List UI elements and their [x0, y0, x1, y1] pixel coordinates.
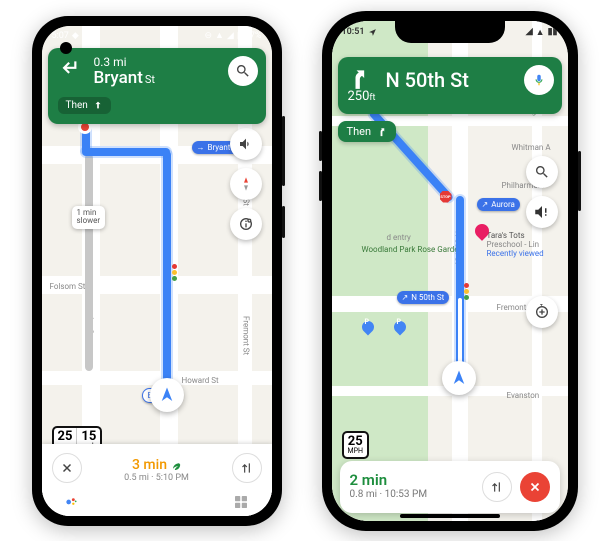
- battery-icon: ▮▮: [548, 27, 558, 37]
- eta-summary[interactable]: 3 min 0.5 mi · 5:10 PM: [124, 453, 189, 483]
- android-screen: 5:07 ◆ ⊖ ▲ ◢ ▮ 57% Folsom St Howard St F…: [42, 26, 272, 516]
- then-step: Then: [58, 97, 111, 114]
- compass-icon: [238, 176, 254, 192]
- add-report-icon: [534, 304, 550, 320]
- street-chip-n50: ↗ N 50th St: [397, 291, 450, 304]
- map-label-whitman: Whitman A: [512, 143, 551, 152]
- bear-left-icon: [349, 65, 375, 91]
- speed-limit: 25 MPH: [342, 431, 370, 459]
- compass-button[interactable]: [230, 168, 262, 200]
- end-navigation-button[interactable]: [520, 472, 550, 502]
- close-icon: [528, 480, 542, 494]
- search-icon: [235, 63, 251, 79]
- nav-distance: 250ft: [348, 89, 376, 104]
- search-icon: [534, 164, 550, 180]
- nav-arrow-icon: [158, 386, 176, 404]
- statusbar-time: 5:07: [52, 31, 69, 41]
- bottom-bar[interactable]: 2 min 0.8 mi · 10:53 PM: [340, 461, 560, 513]
- speaker-icon: [238, 136, 254, 152]
- sound-alert-button[interactable]: [526, 196, 558, 228]
- voice-button[interactable]: [524, 65, 554, 95]
- poi-taras-1: Tara's Tots: [487, 231, 544, 240]
- arrow-upleft-icon: ↗: [482, 200, 489, 209]
- nav-distance: 0.3 mi: [94, 56, 156, 70]
- wifi-icon: ▲: [536, 27, 545, 38]
- home-indicator[interactable]: [400, 514, 500, 518]
- map-label-howard: Howard St: [182, 376, 219, 385]
- battery-percent: 57%: [245, 31, 262, 41]
- search-button[interactable]: [526, 156, 558, 188]
- do-not-disturb-icon: ⊖: [204, 31, 212, 41]
- nav-status-icon: ◆: [72, 31, 79, 41]
- assistant-icon[interactable]: [64, 495, 78, 509]
- navigation-card[interactable]: 0.3 mi BryantSt Then: [48, 48, 266, 124]
- alt-routes-button[interactable]: [232, 453, 262, 483]
- speaker-alert-icon: [533, 203, 551, 221]
- nav-street: N 50th St: [386, 65, 469, 92]
- street-chip-aurora: ↗ Aurora: [477, 198, 520, 211]
- android-statusbar: 5:07 ◆ ⊖ ▲ ◢ ▮ 57%: [42, 26, 272, 46]
- arrow-upleft-icon: ↗: [402, 293, 409, 302]
- report-icon: [238, 216, 254, 232]
- slower-route-tooltip: 1 min slower: [72, 206, 106, 230]
- then-step: Then: [338, 121, 397, 142]
- ios-phone: 10:51 ◢ ▲ ▮▮ Garden Parking Whitman A Ph…: [322, 11, 578, 531]
- map-label-evanston: Evanston: [507, 391, 540, 400]
- alt-routes-button[interactable]: [482, 472, 512, 502]
- arrow-up-icon: [93, 100, 103, 110]
- signal-icon: ◢: [227, 31, 234, 41]
- android-phone: 5:07 ◆ ⊖ ▲ ◢ ▮ 57% Folsom St Howard St F…: [32, 16, 282, 526]
- map-label-woodland: Woodland Park Rose Garden: [362, 246, 463, 255]
- ios-screen: 10:51 ◢ ▲ ▮▮ Garden Parking Whitman A Ph…: [332, 21, 568, 521]
- nav-street: BryantSt: [94, 69, 156, 89]
- arrow-right-icon: →: [197, 143, 205, 152]
- leaf-icon: [171, 460, 181, 470]
- bottom-bar[interactable]: 3 min 0.5 mi · 5:10 PM: [42, 444, 272, 516]
- map-label-entry: d entry: [387, 233, 411, 242]
- map-label-fremont: Fremont St: [242, 316, 251, 355]
- android-system-nav: [42, 488, 272, 516]
- poi-taras-2: Preschool - Lin: [487, 240, 544, 249]
- close-button[interactable]: [52, 453, 82, 483]
- nav-arrow-icon: [450, 369, 468, 387]
- mic-icon: [532, 73, 546, 87]
- navigation-card[interactable]: 250ft N 50th St: [338, 57, 562, 114]
- battery-icon: ▮: [237, 31, 242, 41]
- bear-right-icon: [376, 126, 387, 137]
- routes-icon: [490, 480, 504, 494]
- search-button[interactable]: [228, 56, 258, 86]
- map-label-folsom: Folsom St: [50, 282, 86, 291]
- wifi-icon: ▲: [215, 30, 224, 41]
- report-button[interactable]: [230, 208, 262, 240]
- signal-icon: ◢: [526, 27, 533, 37]
- routes-icon: [240, 461, 254, 475]
- statusbar-time: 10:51: [342, 27, 365, 37]
- current-location-cursor: [442, 361, 476, 395]
- report-button[interactable]: [526, 296, 558, 328]
- turn-left-icon: [58, 57, 84, 87]
- apps-icon[interactable]: [232, 493, 250, 511]
- current-location-cursor: [150, 378, 184, 412]
- eta-summary[interactable]: 2 min 0.8 mi · 10:53 PM: [350, 472, 474, 501]
- location-icon: [368, 28, 377, 37]
- close-icon: [60, 461, 74, 475]
- poi-taras-3: Recently viewed: [487, 249, 544, 258]
- sound-button[interactable]: [230, 128, 262, 160]
